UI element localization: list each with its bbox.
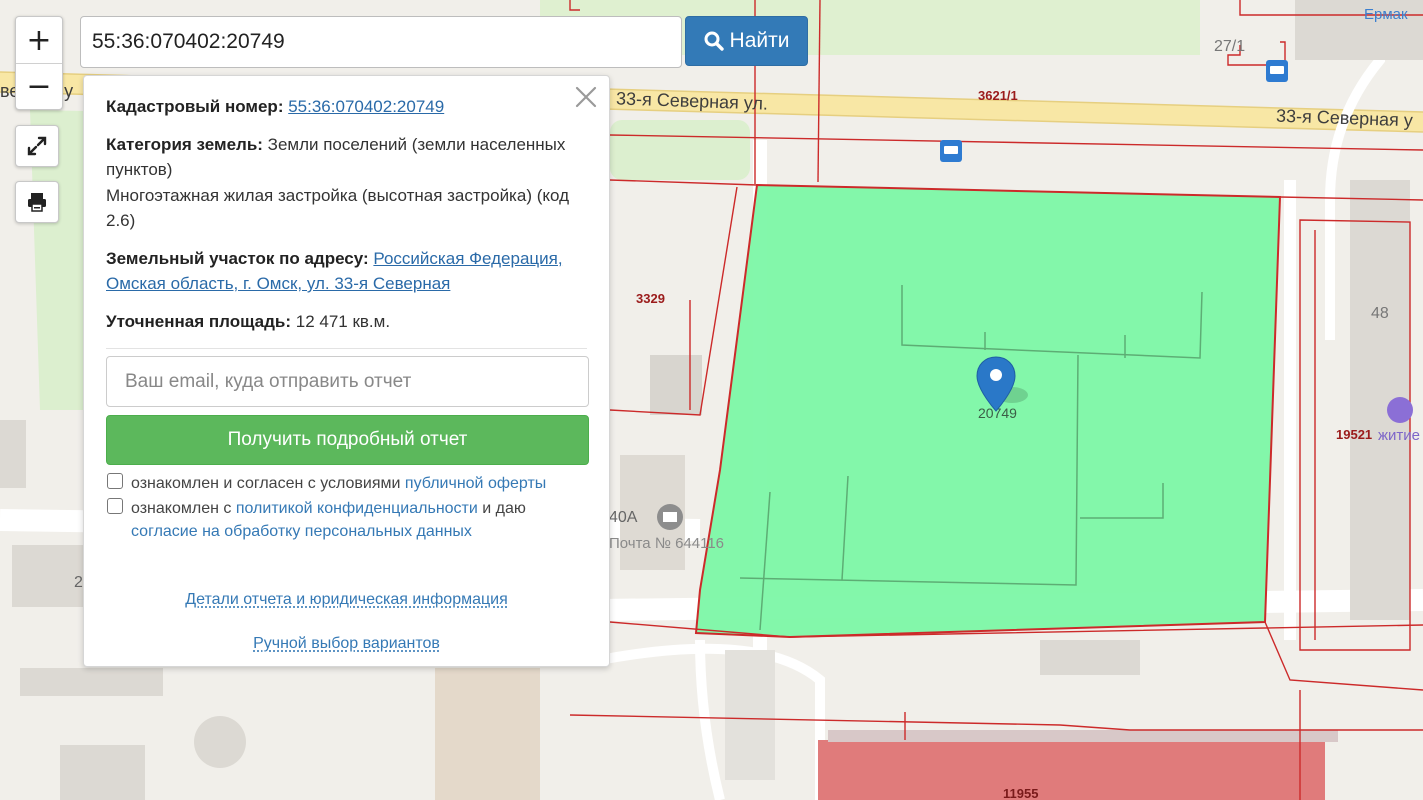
cadastral-label-11955: 11955 [1003,786,1038,800]
search-icon [704,31,724,51]
zoom-in-button[interactable]: + [16,17,62,63]
search-button-label: Найти [730,29,790,53]
cadastral-number-row: Кадастровый номер: 55:36:070402:20749 [106,94,587,120]
land-usage-value: Многоэтажная жилая застройка (высотная з… [106,186,569,231]
cadastral-label-3621: 3621/1 [978,88,1018,103]
land-category-row: Категория земель: Земли поселений (земли… [106,132,587,234]
poi-label-yermak: Ермак [1364,6,1408,23]
post-office-label: Почта № 644116 [609,535,724,552]
consent-offer-row: ознакомлен и согласен с условиями публич… [106,472,587,495]
parcel-info-panel: Кадастровый номер: 55:36:070402:20749 Ка… [83,75,610,667]
public-offer-link[interactable]: публичной оферты [405,475,546,492]
address-row: Земельный участок по адресу: Российская … [106,246,587,297]
offer-checkbox[interactable] [107,473,123,489]
area-value: 12 471 кв.м. [296,312,390,331]
get-report-button[interactable]: Получить подробный отчет [106,415,589,465]
manual-selection-link[interactable]: Ручной выбор вариантов [84,631,609,657]
location-marker-icon[interactable] [976,356,1016,412]
close-icon[interactable] [573,84,599,110]
consent-offer-text: ознакомлен и согласен с условиями публич… [131,472,546,495]
cadastral-label-3329: 3329 [636,291,665,306]
zoom-out-button[interactable]: − [16,63,62,109]
print-button[interactable] [15,181,59,223]
email-input[interactable] [106,356,589,407]
area-row: Уточненная площадь: 12 471 кв.м. [106,309,587,335]
expand-icon [26,135,48,157]
consent-privacy-text: ознакомлен с политикой конфиденциальност… [131,497,526,543]
house-number-27-1: 27/1 [1214,38,1245,56]
search-button[interactable]: Найти [685,16,808,66]
privacy-checkbox[interactable] [107,498,123,514]
address-label: Земельный участок по адресу: [106,249,369,268]
poi-label-hostel: житие [1378,427,1420,444]
report-details-link[interactable]: Детали отчета и юридическая информация [84,587,609,613]
house-number-40a: 40А [609,509,637,527]
personal-data-consent-link[interactable]: согласие на обработку персональных данны… [131,523,472,540]
land-category-label: Категория земель: [106,135,263,154]
fullscreen-button[interactable] [15,125,59,167]
house-number-48: 48 [1371,305,1389,323]
cadastral-number-label: Кадастровый номер: [106,97,283,116]
privacy-policy-link[interactable]: политикой конфиденциальности [236,500,478,517]
cadastral-number-link[interactable]: 55:36:070402:20749 [288,97,444,116]
house-number-2: 2 [74,574,83,592]
zoom-control: + − [15,16,63,110]
printer-icon [26,191,48,213]
consent-privacy-row: ознакомлен с политикой конфиденциальност… [106,497,587,543]
area-label: Уточненная площадь: [106,312,291,331]
cadastral-label-19521: 19521 [1336,427,1372,442]
divider [106,348,587,349]
cadastral-search-input[interactable] [80,16,682,68]
